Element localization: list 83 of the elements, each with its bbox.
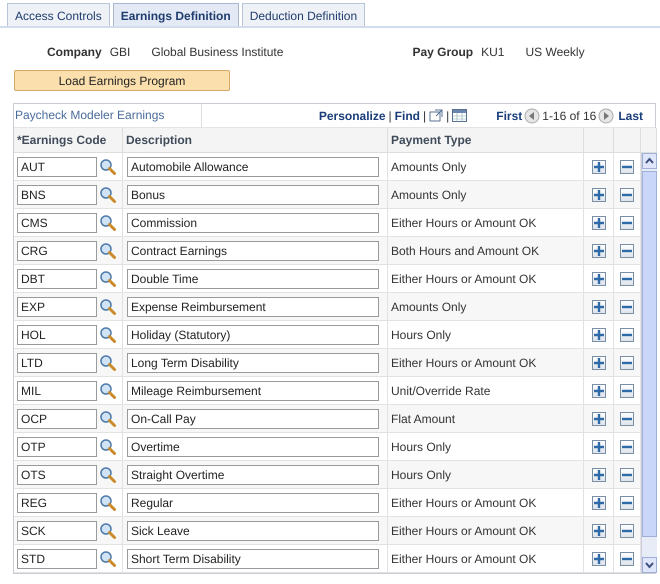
search-icon[interactable] <box>99 494 117 512</box>
search-icon[interactable] <box>99 326 117 344</box>
description-field[interactable]: Overtime <box>127 436 379 456</box>
grid-title: Paycheck Modeler Earnings <box>14 104 202 127</box>
table-cell: Either Hours or Amount OK <box>388 349 584 377</box>
search-icon[interactable] <box>99 298 117 316</box>
code-field[interactable]: LTD <box>17 352 97 372</box>
row-range: 1-16 of 16 <box>542 108 596 124</box>
description-field[interactable]: Mileage Reimbursement <box>127 380 379 400</box>
table-cell: Flat Amount <box>388 405 584 433</box>
description-field[interactable]: Contract Earnings <box>127 240 379 260</box>
code-field[interactable]: DBT <box>17 268 97 288</box>
description-field[interactable]: Long Term Disability <box>127 352 379 372</box>
search-icon[interactable] <box>99 270 117 288</box>
table-cell: Either Hours or Amount OK <box>388 545 584 573</box>
column-header: Payment Type <box>388 128 584 153</box>
table-cell: Either Hours or Amount OK <box>388 517 584 545</box>
code-field[interactable]: OTP <box>17 436 97 456</box>
search-icon[interactable] <box>99 242 117 260</box>
separator: | <box>423 108 426 124</box>
code-field[interactable]: OCP <box>17 408 97 428</box>
tab[interactable]: Access Controls <box>7 3 110 26</box>
description-field[interactable]: On-Call Pay <box>127 408 379 428</box>
code-field[interactable]: CMS <box>17 212 97 232</box>
scrollbar[interactable] <box>641 153 657 573</box>
description-field[interactable]: Commission <box>127 212 379 232</box>
last-link[interactable]: Last <box>618 106 643 124</box>
table-cell: Both Hours and Amount OK <box>388 237 584 265</box>
code-field[interactable]: HOL <box>17 324 97 344</box>
company-code: GBI <box>110 45 130 59</box>
search-icon[interactable] <box>99 438 117 456</box>
column-header: *Earnings Code <box>14 128 123 153</box>
code-field[interactable]: REG <box>17 492 97 512</box>
code-field[interactable]: STD <box>17 548 97 568</box>
code-field[interactable]: BNS <box>17 184 97 204</box>
code-field[interactable]: MIL <box>17 380 97 400</box>
description-field[interactable]: Automobile Allowance <box>127 156 379 176</box>
table-cell: Amounts Only <box>388 181 584 209</box>
separator: | <box>446 108 450 124</box>
description-field[interactable]: Bonus <box>127 184 379 204</box>
description-field[interactable]: Expense Reimbursement <box>127 296 379 316</box>
scrollbar-thumb[interactable] <box>642 171 657 537</box>
search-icon[interactable] <box>99 186 117 204</box>
pay-group-code: KU1 <box>481 45 504 59</box>
description-field[interactable]: Regular <box>127 492 379 512</box>
spreadsheet-icon[interactable] <box>452 109 468 122</box>
table-cell: Amounts Only <box>388 293 584 321</box>
tab[interactable]: Deduction Definition <box>242 3 366 26</box>
column-header: Description <box>123 128 388 153</box>
first-link[interactable]: First <box>496 106 522 124</box>
search-icon[interactable] <box>99 354 117 372</box>
company-name: Global Business Institute <box>151 45 284 59</box>
company-label: Company <box>47 45 102 59</box>
description-field[interactable]: Holiday (Statutory) <box>127 324 379 344</box>
description-field[interactable]: Double Time <box>127 268 379 288</box>
tab[interactable]: Earnings Definition <box>112 3 239 26</box>
description-field[interactable]: Short Term Disability <box>127 548 379 568</box>
new-window-icon[interactable] <box>429 109 444 122</box>
code-field[interactable]: SCK <box>17 520 97 540</box>
pay-group-label: Pay Group <box>412 45 474 59</box>
find-link[interactable]: Find <box>394 106 420 124</box>
separator: | <box>388 108 392 124</box>
scroll-down-icon[interactable] <box>642 557 657 573</box>
code-field[interactable]: OTS <box>17 464 97 484</box>
search-icon[interactable] <box>99 382 117 400</box>
code-field[interactable]: CRG <box>17 240 97 260</box>
scroll-up-icon[interactable] <box>642 153 657 169</box>
search-icon[interactable] <box>99 522 117 540</box>
personalize-link[interactable]: Personalize <box>318 106 386 124</box>
next-icon[interactable] <box>598 108 614 124</box>
code-field[interactable]: AUT <box>17 156 97 176</box>
search-icon[interactable] <box>99 158 117 176</box>
table-cell: Hours Only <box>388 461 584 489</box>
search-icon[interactable] <box>99 466 117 484</box>
search-icon[interactable] <box>99 410 117 428</box>
description-field[interactable]: Sick Leave <box>127 520 379 540</box>
load-earnings-program-button[interactable]: Load Earnings Program <box>14 70 230 91</box>
pay-group-name: US Weekly <box>525 45 585 59</box>
description-field[interactable]: Straight Overtime <box>127 464 379 484</box>
previous-icon[interactable] <box>524 108 540 124</box>
search-icon[interactable] <box>99 550 117 568</box>
search-icon[interactable] <box>99 214 117 232</box>
code-field[interactable]: EXP <box>17 296 97 316</box>
